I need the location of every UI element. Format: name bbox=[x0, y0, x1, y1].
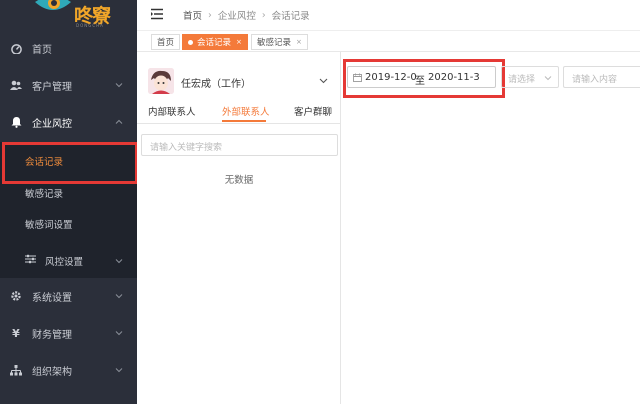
tab-label: 会话记录 bbox=[197, 38, 232, 48]
active-dot-icon bbox=[188, 39, 193, 45]
filter-select[interactable]: 请选择 bbox=[501, 66, 559, 88]
logo: 咚竂 DONGCHA bbox=[0, 0, 137, 33]
contact-panel: 任宏成（工作） 内部联系人 外部联系人 客户群聊 请输入关键字搜索 无数据 bbox=[137, 52, 341, 404]
dashboard-icon bbox=[10, 42, 22, 54]
tab-internal-contacts[interactable]: 内部联系人 bbox=[148, 104, 196, 118]
chevron-down-icon bbox=[115, 83, 123, 88]
sidebar-item-home[interactable]: 首页 bbox=[0, 33, 137, 63]
logo-eye-icon bbox=[35, 0, 71, 10]
tab-chat-records[interactable]: 会话记录 × bbox=[182, 34, 248, 50]
top-header: 首页 › 企业风控 › 会话记录 bbox=[137, 0, 640, 30]
breadcrumb-current: 会话记录 bbox=[271, 11, 310, 22]
sidebar-item-label: 系统设置 bbox=[32, 292, 72, 304]
sidebar-item-organization[interactable]: 组织架构 bbox=[0, 355, 137, 385]
breadcrumb-separator: › bbox=[261, 9, 266, 21]
highlight-box-sidebar bbox=[2, 142, 138, 184]
tab-sensitive-records[interactable]: 敏感记录 × bbox=[251, 34, 308, 50]
active-tab-underline bbox=[222, 120, 266, 122]
chevron-down-icon bbox=[115, 258, 123, 263]
bell-icon bbox=[10, 116, 22, 128]
breadcrumb-home[interactable]: 首页 bbox=[183, 8, 202, 22]
page-tabs-bar: 首页 会话记录 × 敏感记录 × bbox=[137, 30, 640, 52]
sidebar-subitem-label: 敏感词设置 bbox=[25, 220, 73, 231]
org-chart-icon bbox=[10, 364, 22, 376]
sidebar-subitem-label: 风控设置 bbox=[45, 256, 84, 268]
sidebar-item-label: 组织架构 bbox=[32, 366, 72, 378]
select-placeholder: 请选择 bbox=[508, 75, 536, 85]
breadcrumb: 首页 › 企业风控 › 会话记录 bbox=[183, 8, 310, 23]
sidebar-item-system-settings[interactable]: 系统设置 bbox=[0, 281, 137, 311]
sidebar-subitem-label: 敏感记录 bbox=[25, 189, 64, 200]
app-window: 咚竂 DONGCHA 首页 客户管理 企业风控 会话记录 敏感记录 敏感词设置 … bbox=[0, 0, 640, 404]
content-search-input[interactable]: 请输入内容 bbox=[563, 66, 640, 88]
chevron-up-icon bbox=[115, 119, 123, 124]
chevron-down-icon[interactable] bbox=[319, 76, 328, 85]
close-icon[interactable]: × bbox=[236, 38, 242, 46]
sidebar-item-risk-control[interactable]: 企业风控 bbox=[0, 107, 137, 137]
sidebar-item-finance[interactable]: ¥ 财务管理 bbox=[0, 318, 137, 348]
sidebar-item-customers[interactable]: 客户管理 bbox=[0, 70, 137, 100]
close-icon[interactable]: × bbox=[296, 38, 302, 46]
empty-state-text: 无数据 bbox=[224, 175, 254, 186]
chevron-down-icon bbox=[115, 368, 123, 373]
sidebar: 咚竂 DONGCHA 首页 客户管理 企业风控 会话记录 敏感记录 敏感词设置 … bbox=[0, 0, 137, 404]
keyword-search-input[interactable]: 请输入关键字搜索 bbox=[141, 134, 338, 156]
tab-home[interactable]: 首页 bbox=[151, 34, 181, 50]
breadcrumb-separator: › bbox=[208, 9, 212, 21]
sidebar-subitem-sensitive-words[interactable]: 敏感词设置 bbox=[0, 205, 137, 243]
tab-label: 敏感记录 bbox=[257, 38, 292, 48]
menu-collapse-icon[interactable] bbox=[151, 8, 163, 20]
chevron-down-icon bbox=[544, 76, 552, 81]
contact-type-tabs: 内部联系人 外部联系人 客户群聊 bbox=[137, 102, 341, 124]
users-icon bbox=[10, 79, 22, 91]
logo-subtitle: DONGCHA bbox=[76, 23, 104, 28]
tab-external-contacts[interactable]: 外部联系人 bbox=[222, 104, 270, 118]
chevron-down-icon bbox=[115, 294, 123, 299]
tab-label: 首页 bbox=[157, 38, 175, 48]
sidebar-item-label: 客户管理 bbox=[32, 81, 72, 93]
sliders-icon bbox=[25, 254, 36, 267]
gear-icon bbox=[10, 290, 22, 302]
chevron-down-icon bbox=[115, 331, 123, 336]
yen-icon: ¥ bbox=[12, 326, 20, 340]
sidebar-item-label: 财务管理 bbox=[32, 329, 72, 341]
avatar bbox=[148, 68, 174, 94]
tab-customer-groups[interactable]: 客户群聊 bbox=[294, 104, 332, 118]
user-name[interactable]: 任宏成（工作） bbox=[181, 75, 251, 90]
highlight-box-date bbox=[343, 59, 505, 98]
sidebar-subitem-risk-settings[interactable]: 风控设置 bbox=[0, 243, 137, 278]
sidebar-item-label: 首页 bbox=[32, 44, 52, 56]
sidebar-item-label: 企业风控 bbox=[32, 118, 72, 130]
breadcrumb-risk-control[interactable]: 企业风控 bbox=[218, 8, 256, 22]
